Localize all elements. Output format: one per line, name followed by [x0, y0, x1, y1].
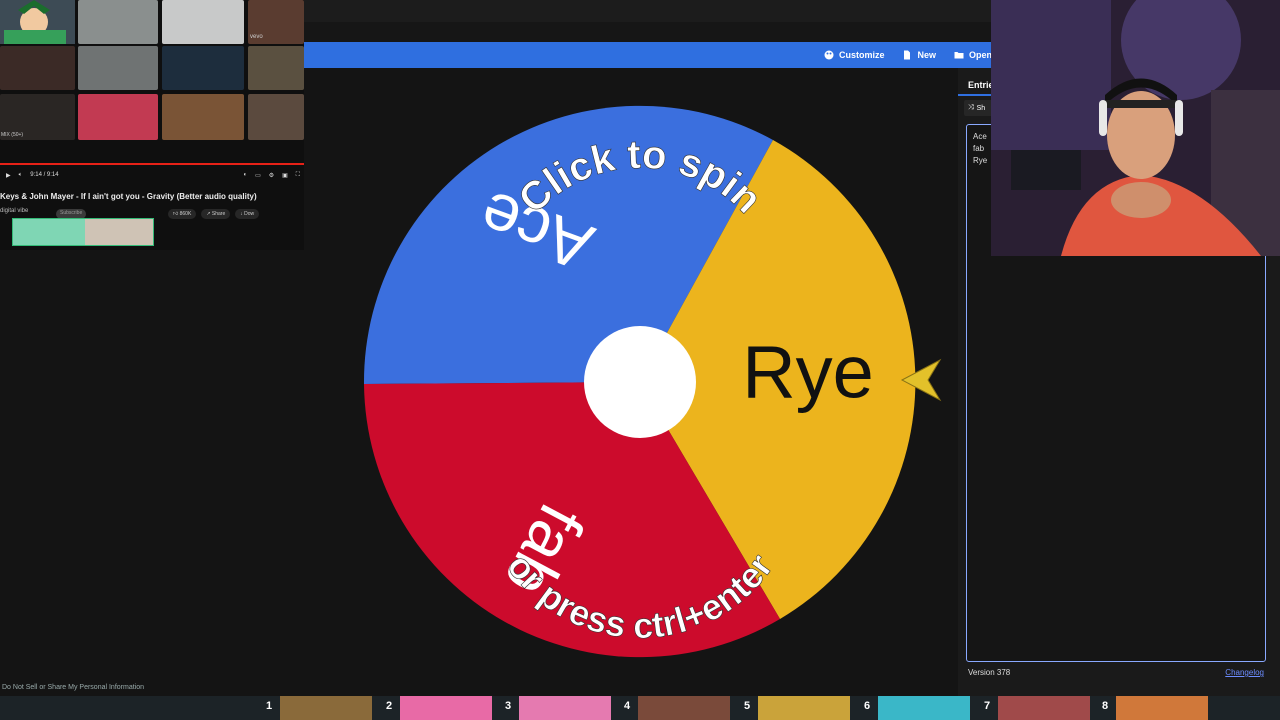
wheel-center-hub[interactable] [584, 326, 696, 438]
fullscreen-icon[interactable]: ⛶ [296, 172, 304, 179]
webcam-overlay [991, 0, 1280, 256]
customize-button[interactable]: Customize [824, 50, 885, 60]
game-slot-number: 8 [1102, 700, 1109, 712]
game-slot-number: 3 [505, 700, 512, 712]
video-thumbnail[interactable] [0, 0, 75, 44]
spin-wheel[interactable]: Ace Rye fab Click to spin or press ctrl+… [300, 68, 960, 696]
game-tile[interactable] [758, 696, 850, 720]
cartoon-avatar-icon [0, 0, 75, 44]
new-button[interactable]: New [902, 50, 936, 60]
game-tile[interactable] [280, 696, 372, 720]
game-slot-number: 4 [624, 700, 631, 712]
video-time: 9:14 / 9:14 [30, 172, 59, 178]
folder-icon [954, 52, 964, 59]
settings-icon[interactable]: ⚙ [269, 172, 274, 179]
vevo-badge: vevo [250, 34, 263, 40]
autoplay-toggle[interactable]: ◐ [243, 172, 247, 178]
file-icon [904, 50, 911, 60]
changelog-link[interactable]: Changelog [1225, 668, 1264, 677]
open-label: Open [968, 50, 992, 60]
game-slot-number: 6 [864, 700, 871, 712]
wheel-area: Ace Rye fab Click to spin or press ctrl+… [300, 68, 960, 696]
video-thumbnail[interactable]: vevo [248, 0, 304, 44]
video-thumbnail[interactable] [162, 46, 244, 90]
video-thumbnail[interactable] [248, 46, 304, 90]
game-tile[interactable] [519, 696, 611, 720]
share-button[interactable]: ↗ Share [201, 209, 231, 219]
new-label: New [917, 50, 936, 60]
video-thumbnail[interactable] [13, 219, 85, 245]
game-slot-number: 1 [266, 700, 273, 712]
video-thumbnail[interactable] [78, 94, 158, 140]
open-button[interactable]: Open [954, 50, 992, 60]
video-title: Keys & John Mayer - If I ain't got you -… [0, 192, 257, 201]
privacy-link[interactable]: Do Not Sell or Share My Personal Informa… [2, 684, 144, 691]
video-controls: ▶ 🔈︎ 9:14 / 9:14 ◐ ▭ ⚙ ▣ ⛶ [0, 166, 304, 184]
youtube-overlay: vevo MIX (50+) ▶ 🔈︎ 9:14 / 9:14 ◐ ▭ ⚙ ▣ … [0, 0, 304, 250]
browser-top-bar [300, 0, 1000, 22]
version-text: Version 378 [968, 668, 1011, 677]
game-tile[interactable] [400, 696, 492, 720]
video-thumbnail[interactable] [248, 94, 304, 140]
customize-label: Customize [838, 50, 885, 60]
shuffle-label: Sh [976, 104, 986, 112]
like-count: 860K [179, 211, 192, 217]
video-thumbnail[interactable] [162, 0, 244, 44]
screen: Customize New Open Ace Rye fab Click to … [0, 0, 1280, 720]
mini-thumbnail-strip[interactable] [12, 218, 154, 246]
video-thumbnail[interactable] [0, 46, 75, 90]
video-thumbnail[interactable]: MIX (50+) [0, 94, 75, 140]
shuffle-icon: ⤨ [968, 104, 974, 111]
webcam-feed [991, 0, 1280, 256]
game-tile[interactable] [638, 696, 730, 720]
volume-icon[interactable]: 🔈︎ [19, 172, 23, 179]
palette-icon [824, 50, 834, 60]
game-slot-number: 7 [984, 700, 991, 712]
game-tile[interactable] [1116, 696, 1208, 720]
video-thumbnail[interactable] [78, 46, 158, 90]
game-tile[interactable] [998, 696, 1090, 720]
video-thumbnail[interactable] [85, 219, 153, 245]
segment-label-rye: Rye [742, 331, 874, 414]
game-slot-number: 2 [386, 700, 393, 712]
miniplayer-icon[interactable]: ▣ [282, 172, 288, 179]
share-label: Share [211, 211, 226, 217]
download-label: Dow [244, 211, 255, 217]
game-slot-number: 5 [744, 700, 751, 712]
mix-badge: MIX (50+) [1, 132, 24, 138]
download-button[interactable]: ↓ Dow [235, 209, 260, 219]
game-tile[interactable] [878, 696, 970, 720]
video-progress-bar[interactable] [0, 163, 304, 165]
channel-name[interactable]: digital vibe [0, 208, 28, 214]
play-icon[interactable]: ▶ [6, 172, 11, 179]
wheel-toolbar: Customize New Open [300, 42, 1000, 68]
video-thumbnail[interactable] [78, 0, 158, 44]
video-actions: 👍︎ 860K ↗ Share ↓ Dow [168, 209, 260, 219]
captions-icon[interactable]: ▭ [255, 172, 261, 179]
like-button[interactable]: 👍︎ 860K [168, 209, 197, 219]
video-thumbnail[interactable] [162, 94, 244, 140]
browser-address-area [300, 22, 1000, 42]
